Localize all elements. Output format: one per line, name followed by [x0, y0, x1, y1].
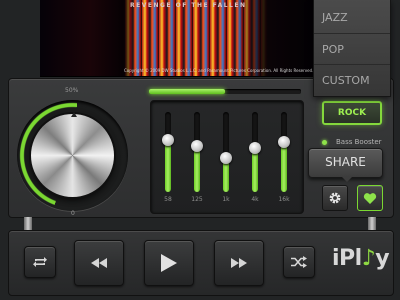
eq-slider-thumb[interactable]: [162, 134, 174, 146]
fast-forward-icon: [231, 258, 247, 268]
shuffle-button[interactable]: [283, 246, 315, 278]
repeat-icon: [33, 257, 47, 267]
eq-slider-track[interactable]: [220, 112, 232, 192]
panel-support: [368, 217, 376, 231]
volume-min-label: 0: [71, 210, 75, 217]
volume-knob[interactable]: [31, 114, 114, 197]
eq-slider-track[interactable]: [249, 112, 261, 192]
volume-max-label: 50%: [65, 87, 79, 94]
eq-band-label: 1k: [222, 196, 230, 203]
app-logo: iPl♪y: [332, 246, 390, 271]
share-button[interactable]: SHARE: [308, 148, 383, 178]
eq-slider-fill: [281, 142, 287, 192]
preset-option[interactable]: POP: [314, 33, 390, 64]
eq-slider-track[interactable]: [191, 112, 203, 192]
preset-option[interactable]: JAZZ: [314, 2, 390, 33]
repeat-button[interactable]: [24, 246, 56, 278]
eq-slider-thumb[interactable]: [249, 142, 261, 154]
logo-text-end: y: [375, 246, 390, 271]
play-button[interactable]: [144, 240, 194, 286]
preset-option[interactable]: CUSTOM: [314, 64, 390, 95]
heart-icon: [363, 192, 377, 204]
play-icon: [161, 254, 177, 272]
eq-slider-track[interactable]: [278, 112, 290, 192]
settings-button[interactable]: [322, 185, 348, 211]
eq-slider-fill: [252, 148, 258, 192]
rewind-icon: [91, 258, 107, 268]
bass-booster-label: Bass Booster: [336, 138, 382, 146]
album-copyright: Copyright © 2009 DW Studios L.L.C. and P…: [124, 68, 314, 73]
fast-forward-button[interactable]: [214, 240, 264, 286]
album-art: REVENGE OF THE FALLEN Copyright © 2009 D…: [40, 0, 318, 77]
eq-band-label: 4k: [251, 196, 259, 203]
eq-band-label: 16k: [278, 196, 290, 203]
shuffle-icon: [291, 256, 307, 268]
panel-support: [24, 217, 32, 231]
album-tagline: REVENGE OF THE FALLEN: [130, 2, 247, 9]
eq-band-label: 58: [164, 196, 172, 203]
eq-slider-thumb[interactable]: [191, 139, 203, 152]
eq-slider-fill: [194, 145, 200, 192]
rewind-button[interactable]: [74, 240, 124, 286]
logo-text-start: iPl: [332, 246, 362, 271]
eq-band-label: 125: [191, 196, 203, 203]
gear-icon: [329, 192, 341, 204]
eq-slider-fill: [165, 140, 171, 192]
knob-pointer-icon: [71, 112, 77, 117]
preset-rock-button[interactable]: ROCK: [322, 101, 382, 125]
music-note-icon: ♪: [361, 246, 376, 271]
progress-fill: [149, 89, 225, 94]
bass-booster-indicator[interactable]: [322, 140, 327, 145]
eq-slider-track[interactable]: [162, 112, 174, 192]
share-caret: [341, 176, 353, 182]
preset-menu: JAZZ POP CUSTOM: [313, 0, 391, 97]
favorite-button[interactable]: [357, 185, 383, 211]
